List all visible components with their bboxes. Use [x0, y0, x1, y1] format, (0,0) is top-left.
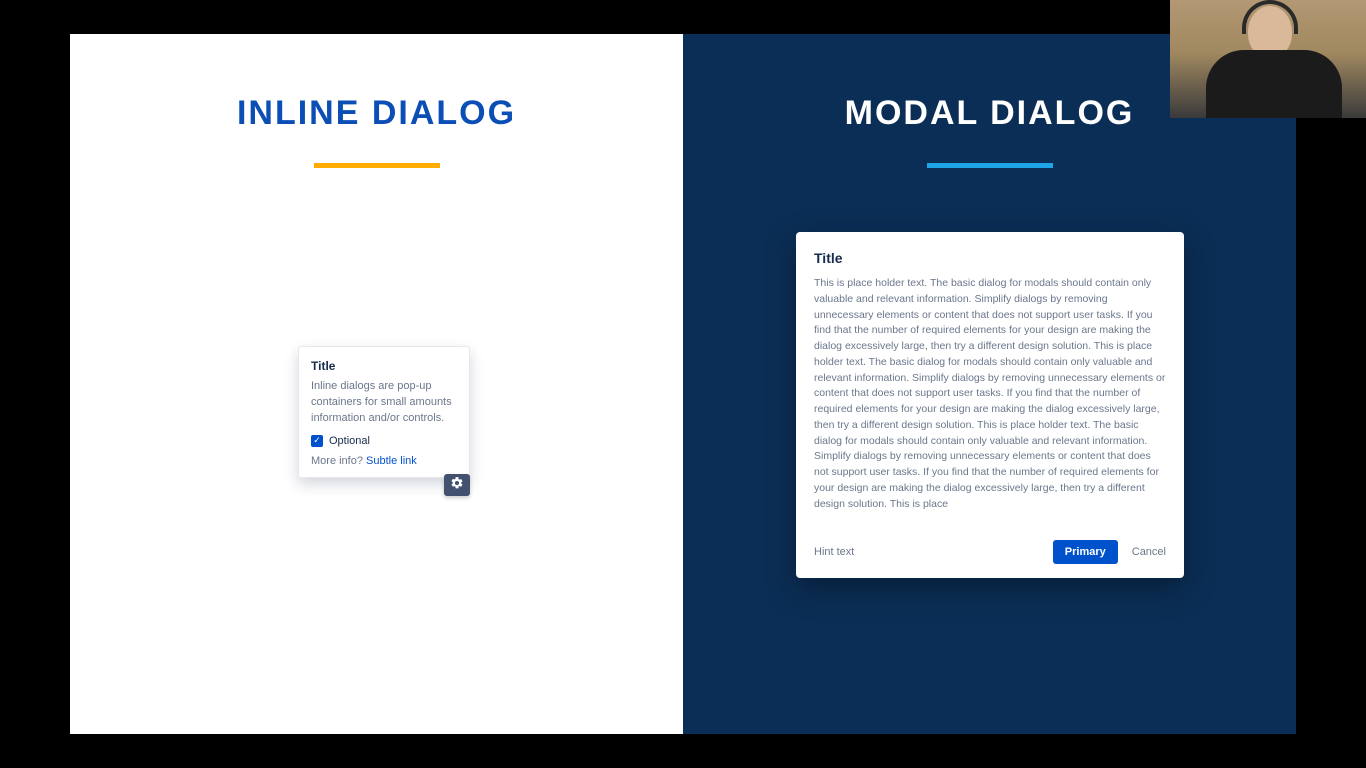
gear-icon [450, 476, 464, 495]
inline-dialog-title: Title [311, 359, 457, 373]
modal-actions: Primary Cancel [1053, 540, 1166, 564]
checkbox-checked-icon[interactable]: ✓ [311, 435, 323, 447]
cancel-button[interactable]: Cancel [1132, 546, 1166, 558]
inline-dialog-checkbox-label: Optional [329, 435, 370, 447]
inline-dialog-wrapper: Title Inline dialogs are pop-up containe… [298, 346, 470, 478]
webcam-overlay [1170, 0, 1366, 118]
inline-dialog-heading: INLINE DIALOG [70, 94, 683, 133]
inline-dialog-footer-text: More info? [311, 455, 363, 467]
inline-dialog-body: Inline dialogs are pop-up containers for… [311, 379, 457, 427]
heading-underline-orange [314, 163, 440, 168]
modal-dialog-footer: Hint text Primary Cancel [814, 540, 1166, 564]
modal-dialog-title: Title [814, 250, 1166, 266]
subtle-link[interactable]: Subtle link [366, 455, 417, 467]
presenter-torso-shape [1206, 50, 1342, 118]
slide-stage: INLINE DIALOG Title Inline dialogs are p… [70, 34, 1296, 734]
modal-hint-text: Hint text [814, 546, 854, 558]
heading-underline-cyan [927, 163, 1053, 168]
modal-dialog: Title This is place holder text. The bas… [796, 232, 1184, 578]
inline-dialog-panel: INLINE DIALOG Title Inline dialogs are p… [70, 34, 683, 734]
inline-dialog-footer: More info? Subtle link [311, 455, 457, 467]
inline-dialog-checkbox-row[interactable]: ✓ Optional [311, 435, 457, 447]
modal-dialog-panel: MODAL DIALOG Title This is place holder … [683, 34, 1296, 734]
primary-button[interactable]: Primary [1053, 540, 1118, 564]
settings-button[interactable] [444, 474, 470, 496]
inline-dialog: Title Inline dialogs are pop-up containe… [298, 346, 470, 478]
modal-dialog-body: This is place holder text. The basic dia… [814, 276, 1166, 512]
